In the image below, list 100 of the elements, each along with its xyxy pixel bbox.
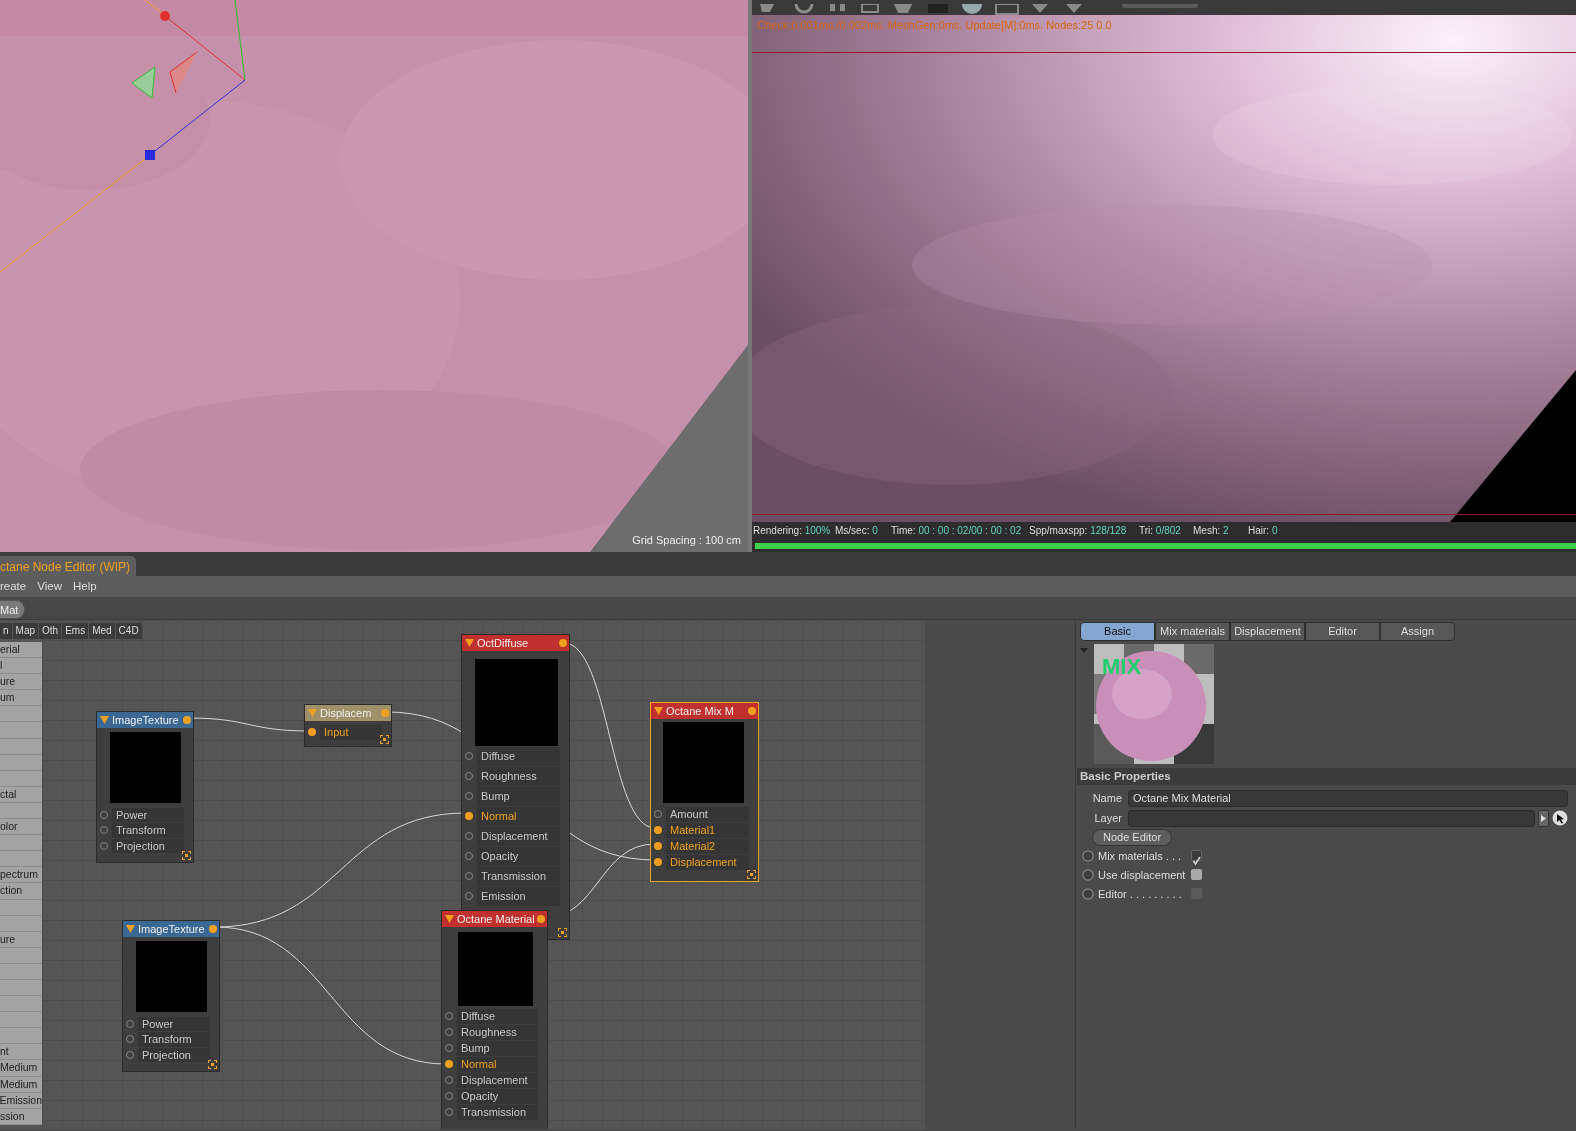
port-label: Transform [138,1032,210,1047]
output-port-icon[interactable] [183,716,191,724]
port-label: Roughness [477,766,560,786]
status-label: Mesh: [1193,523,1221,538]
category-item[interactable]: Medium [0,1060,42,1077]
node-title: ImageTexture [112,712,180,728]
category-item[interactable] [0,1028,42,1045]
node-card[interactable]: Octane Mix M Amount Material1 Material2 Displacement [650,702,759,882]
layer-field[interactable] [1128,809,1536,827]
category-item[interactable] [0,851,42,868]
port-icon[interactable] [654,858,662,866]
menu-item[interactable]: reate [0,577,27,596]
port-icon[interactable] [654,826,662,834]
menu-item[interactable]: Help [72,577,97,596]
status-label: Tri: [1139,523,1154,538]
arrow-button[interactable] [1538,809,1549,827]
port-label: Material1 [666,822,749,838]
section-heading: Basic Properties [1077,767,1576,785]
port-label: Transmission [457,1104,538,1120]
category-item[interactable] [0,1012,42,1029]
port-icon[interactable] [465,812,473,820]
name-field[interactable]: Octane Mix Material [1128,789,1568,807]
node-header[interactable]: OctDiffuse [462,635,569,651]
category-tab[interactable]: n [0,623,12,639]
output-port-icon[interactable] [559,639,567,647]
checkbox[interactable] [1191,850,1202,862]
output-port-icon[interactable] [209,925,217,933]
category-item[interactable]: um [0,690,42,707]
output-port-icon[interactable] [537,915,545,923]
category-item[interactable] [0,706,42,723]
status-value: 128/128 [1090,523,1127,538]
category-item[interactable]: erial [0,642,42,659]
material-button[interactable]: Mat [0,600,26,619]
preview-label: MIX [1102,652,1142,681]
port-label: Material2 [666,838,749,854]
category-item[interactable] [0,996,42,1013]
tab[interactable]: Editor [1305,622,1380,641]
category-item[interactable]: pectrum [0,867,42,884]
node-preview [136,941,207,1012]
tab[interactable]: Basic [1080,622,1155,641]
category-tab[interactable]: Ems [62,623,89,639]
render-stats-text: Check:0.001ms./0.002ms. MeshGen:0ms. Update[M]:0ms. Nodes:25 0.0 [757,18,1112,33]
category-item[interactable] [0,722,42,739]
node-card[interactable]: ImageTexture Power Transform Projection [96,711,194,863]
category-item[interactable]: ure [0,674,42,691]
node-header[interactable]: ImageTexture [123,921,219,937]
port-icon[interactable] [654,842,662,850]
node-title: Octane Mix M [666,703,735,719]
category-item[interactable]: l [0,658,42,675]
cursor-icon [1552,810,1568,826]
port-label: Diffuse [457,1008,538,1024]
grid-spacing-label: Grid Spacing : 100 cm [632,532,741,548]
port-label: Normal [457,1056,538,1072]
collapse-triangle-icon [100,716,109,724]
port-label: Input [320,724,382,740]
category-item[interactable]: olor [0,819,42,836]
category-tab[interactable]: Med [89,623,115,639]
node-title: OctDiffuse [477,635,530,651]
play-triangle-icon [1541,814,1546,822]
field-label: Name [1091,791,1123,806]
node-header[interactable]: Octane Material [442,911,547,927]
resize-icon [182,851,191,860]
port-label: Diffuse [477,746,560,766]
node-title: Displacem [320,705,373,721]
status-value: 2 [1223,523,1229,538]
category-item[interactable]: nt [0,1044,42,1061]
output-port-icon[interactable] [748,707,756,715]
status-value: 100% [804,523,831,538]
status-value: 0 [872,523,878,538]
node-card[interactable]: Octane Material Diffuse Roughness Bump Normal Displacement Opacity Transmission [441,910,548,1129]
node-header[interactable]: Octane Mix M [651,703,758,719]
node-card[interactable]: Displacem Input [304,704,392,747]
category-item[interactable]: ction [0,883,42,900]
collapse-triangle-icon [1080,647,1088,653]
collapse-triangle-icon [445,915,454,923]
node-editor-button[interactable]: Node Editor [1092,829,1173,847]
menu-item[interactable]: View [37,577,62,596]
category-tab[interactable]: Map [12,623,38,639]
option-label: Editor . . . . . . . . . [1098,886,1183,902]
category-tab[interactable]: Oth [39,623,62,639]
node-card[interactable]: ImageTexture Power Transform Projection [122,920,220,1072]
circle-icon [1082,849,1094,862]
tab[interactable]: Displacement [1230,622,1305,641]
status-value: 0/802 [1155,523,1181,538]
category-tab[interactable]: C4D [115,623,142,639]
tab[interactable]: Assign [1380,622,1455,641]
node-header[interactable]: ImageTexture [97,712,193,728]
port-icon[interactable] [445,1060,453,1068]
output-port-icon[interactable] [381,709,389,717]
port-label: Power [112,807,184,822]
port-label: Transform [112,823,184,838]
checkbox[interactable] [1191,869,1202,881]
node-preview [110,732,181,803]
tab[interactable]: Mix materials [1155,622,1230,641]
port-icon[interactable] [308,728,316,736]
collapse-triangle-icon [308,709,317,717]
status-label: Hair: [1248,523,1270,538]
status-value: 00 : 00 : 02/00 : 00 : 02 [918,523,1022,538]
collapse-triangle-icon [654,707,663,715]
category-item[interactable] [0,835,42,852]
